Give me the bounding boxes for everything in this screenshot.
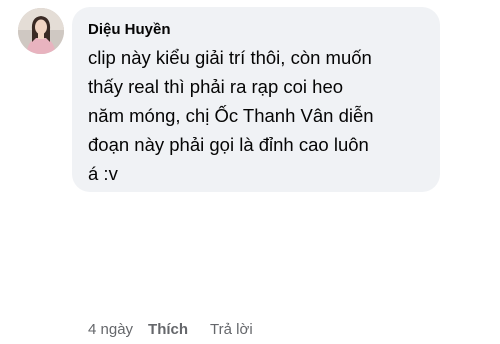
avatar-image: [18, 8, 64, 54]
comment-actions: 4 ngày Thích Trả lời: [88, 318, 253, 340]
comment-bubble: Diệu Huyền clip này kiểu giải trí thôi, …: [72, 7, 440, 192]
like-button[interactable]: Thích: [148, 321, 188, 338]
comment: Diệu Huyền clip này kiểu giải trí thôi, …: [0, 0, 500, 344]
comment-timestamp[interactable]: 4 ngày: [88, 321, 133, 338]
avatar[interactable]: [18, 8, 64, 54]
comment-author[interactable]: Diệu Huyền: [88, 20, 426, 40]
reply-button[interactable]: Trả lời: [210, 321, 253, 338]
comment-text: clip này kiểu giải trí thôi, còn muốn th…: [88, 47, 374, 184]
